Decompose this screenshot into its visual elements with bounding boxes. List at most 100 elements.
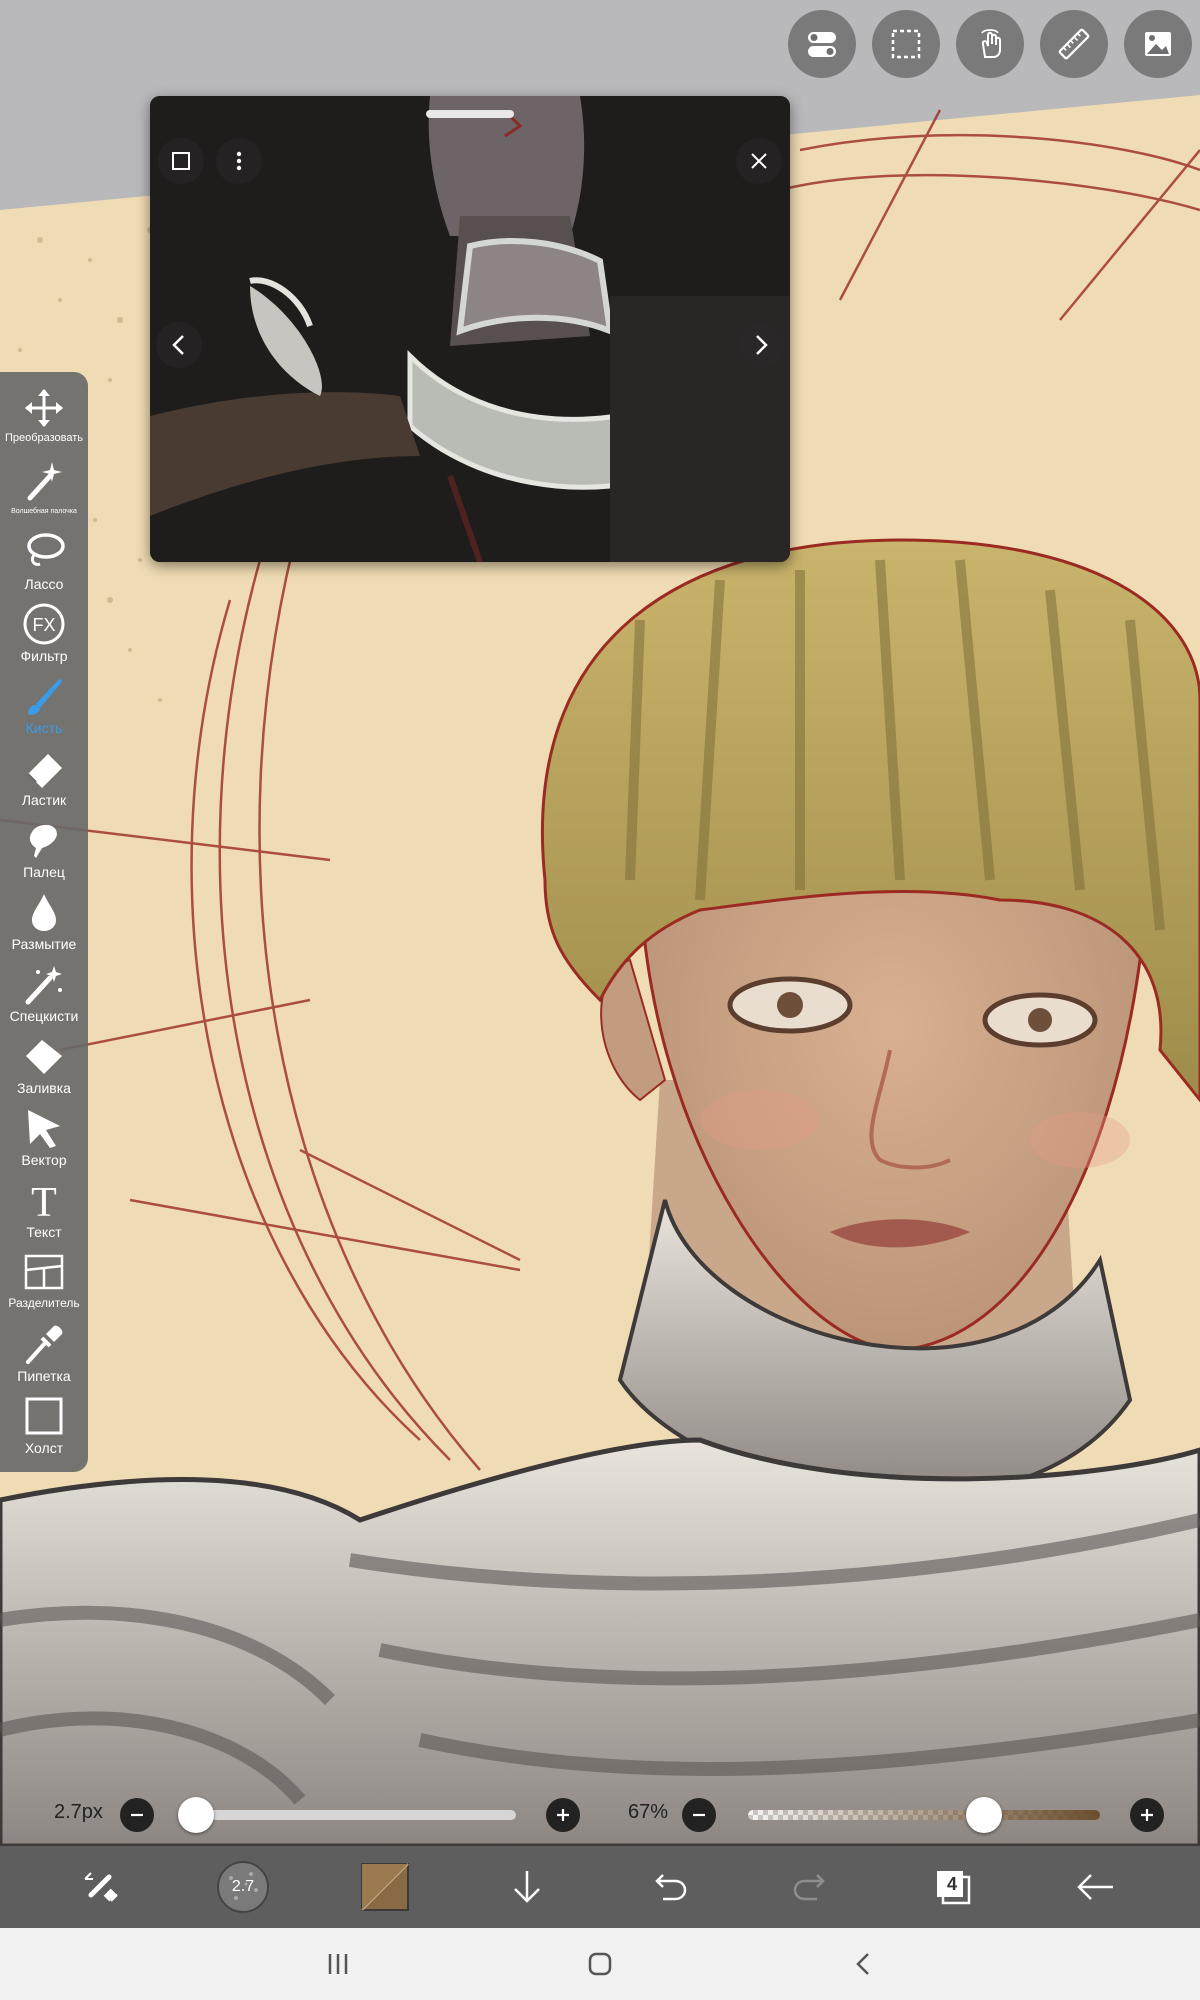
previous-reference-button[interactable] — [156, 322, 202, 368]
close-icon — [751, 153, 767, 169]
eraser-icon — [27, 754, 62, 788]
eyedropper-icon — [26, 1325, 63, 1364]
smudge-finger-icon — [29, 824, 57, 858]
special-brush-icon — [25, 966, 62, 1005]
layers-button[interactable]: 4 — [922, 1856, 984, 1918]
undo-button[interactable] — [638, 1856, 700, 1918]
color-swatch-icon — [361, 1863, 409, 1911]
tool-label: Волшебная палочка — [11, 508, 77, 515]
more-options-button[interactable] — [216, 138, 262, 184]
opacity-value: 67% — [628, 1801, 669, 1823]
tool-eyedropper[interactable]: Пипетка — [0, 1318, 88, 1388]
brush-sliders: 2.7px 67% — [0, 1786, 1200, 1842]
brush-preview-label: 2.7 — [231, 1878, 255, 1895]
tool-brush[interactable]: Кисть — [0, 670, 88, 740]
tool-fill[interactable]: Заливка — [0, 1030, 88, 1100]
opacity-increase-button[interactable] — [1130, 1798, 1164, 1832]
tool-label: Ластик — [21, 792, 67, 808]
image-reference-button[interactable] — [1124, 10, 1192, 78]
home-button[interactable] — [570, 1942, 630, 1986]
swap-tools-button[interactable] — [70, 1856, 132, 1918]
back-button[interactable] — [834, 1942, 894, 1986]
more-vertical-icon — [236, 151, 242, 171]
system-navigation-bar — [0, 1928, 1200, 2000]
tool-canvas[interactable]: Холст — [0, 1390, 88, 1460]
drag-handle[interactable] — [426, 110, 514, 118]
color-swatch-button[interactable] — [354, 1856, 416, 1918]
ruler-button[interactable] — [1040, 10, 1108, 78]
move-transform-icon — [25, 389, 63, 427]
previous-icon — [172, 335, 184, 355]
minus-icon — [693, 1813, 705, 1817]
brush-size-decrease-button[interactable] — [120, 1798, 154, 1832]
tool-magic-wand[interactable]: Волшебная палочка — [0, 454, 88, 524]
lasso-icon — [27, 533, 65, 566]
redo-button[interactable] — [780, 1856, 842, 1918]
next-icon — [756, 335, 768, 355]
tool-label: Фильтр — [20, 648, 68, 664]
fx-filter-icon: FX — [23, 603, 65, 645]
minus-icon — [131, 1813, 143, 1817]
tool-text[interactable]: T Текст — [0, 1174, 88, 1244]
opacity-decrease-button[interactable] — [682, 1798, 716, 1832]
recent-apps-button[interactable] — [308, 1942, 368, 1986]
hand-touch-button[interactable] — [956, 10, 1024, 78]
close-reference-button[interactable] — [736, 138, 782, 184]
tool-label: Палец — [23, 864, 65, 880]
tool-smudge[interactable]: Палец — [0, 814, 88, 884]
opacity-knob[interactable] — [965, 1797, 1002, 1833]
brush-preview-button[interactable]: 2.7 — [212, 1856, 274, 1918]
canvas-icon — [25, 1397, 63, 1435]
vector-cursor-icon — [28, 1110, 60, 1148]
brush-size-slider[interactable] — [194, 1810, 516, 1820]
opacity-slider[interactable] — [748, 1810, 1100, 1820]
brush-size-knob[interactable] — [178, 1797, 214, 1833]
tool-vector[interactable]: Вектор — [0, 1102, 88, 1172]
tool-filter[interactable]: FX Фильтр — [0, 598, 88, 668]
tool-label: Разделитель — [8, 1296, 80, 1310]
tool-label: Преобразовать — [4, 432, 84, 444]
toggle-settings-icon — [808, 32, 836, 57]
tool-blur[interactable]: Размытие — [0, 886, 88, 956]
blur-drop-icon — [32, 894, 56, 931]
recent-apps-icon — [328, 1954, 348, 1974]
tool-palette: Преобразовать Волшебная палочка Лассо FX… — [0, 372, 88, 1472]
next-reference-button[interactable] — [738, 322, 784, 368]
back-arrow-icon — [1077, 1874, 1113, 1900]
hand-touch-icon — [981, 29, 1001, 58]
brush-icon — [28, 679, 62, 715]
reference-image-window[interactable] — [150, 96, 790, 562]
window-mode-button[interactable] — [158, 138, 204, 184]
svg-text:T: T — [31, 1180, 57, 1222]
text-icon: T — [31, 1180, 57, 1222]
tool-lasso[interactable]: Лассо — [0, 526, 88, 596]
ruler-icon — [1058, 28, 1090, 60]
tool-frame-divider[interactable]: Разделитель — [0, 1246, 88, 1316]
layers-count: 4 — [946, 1874, 957, 1894]
brush-size-value: 2.7px — [54, 1801, 103, 1823]
tool-eraser[interactable]: Ластик — [0, 742, 88, 812]
frame-divider-icon — [24, 1254, 64, 1290]
tool-label: Размытие — [11, 936, 77, 952]
tool-transform[interactable]: Преобразовать — [0, 382, 88, 452]
selection-icon — [891, 29, 921, 59]
tool-label: Вектор — [21, 1152, 67, 1168]
toggle-settings-button[interactable] — [788, 10, 856, 78]
tool-label: Заливка — [17, 1080, 71, 1096]
tool-label: Холст — [24, 1440, 64, 1456]
swap-tools-icon — [84, 1872, 118, 1902]
tool-label: Кисть — [25, 720, 63, 736]
download-button[interactable] — [496, 1856, 558, 1918]
tool-label: Текст — [26, 1224, 62, 1240]
undo-icon — [655, 1874, 687, 1901]
tool-special-brush[interactable]: Спецкисти — [0, 958, 88, 1028]
plus-icon — [557, 1809, 569, 1821]
window-mode-icon — [172, 152, 190, 170]
download-icon — [514, 1871, 540, 1903]
redo-icon — [793, 1874, 825, 1901]
selection-button[interactable] — [872, 10, 940, 78]
back-arrow-button[interactable] — [1064, 1856, 1126, 1918]
brush-size-increase-button[interactable] — [546, 1798, 580, 1832]
app-screen: Преобразовать Волшебная палочка Лассо FX… — [0, 0, 1200, 2000]
fill-bucket-icon — [26, 1040, 62, 1074]
